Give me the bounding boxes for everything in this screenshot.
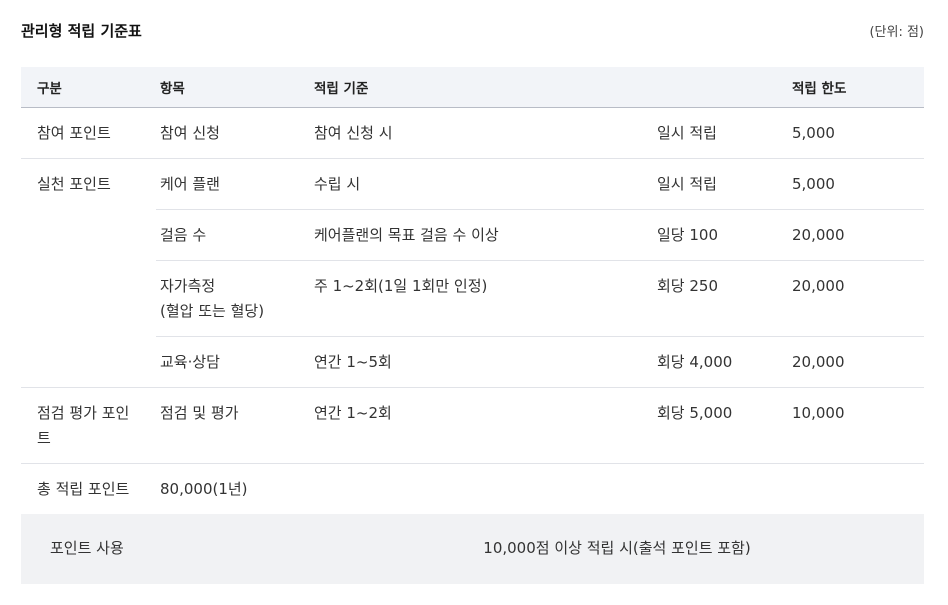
table-row-point-use: 포인트 사용 10,000점 이상 적립 시(출석 포인트 포함) [21,513,924,584]
table-row: 점검 평가 포인 트 점검 및 평가 연간 1~2회 회당 5,000 10,0… [21,387,924,464]
table-row-total: 총 적립 포인트 80,000(1년) [21,463,924,514]
limit-cell: 20,000 [788,260,924,337]
category-participation: 참여 포인트 [21,107,156,159]
header-limit: 적립 한도 [788,67,924,108]
rate-cell: 일당 100 [653,209,788,261]
item-cell: 교육·상담 [156,336,310,388]
header-criteria: 적립 기준 [310,67,653,108]
header-category: 구분 [21,67,156,108]
header-rate [653,67,788,108]
total-value: 80,000(1년) [160,479,248,498]
point-use-description: 10,000점 이상 적립 시(출석 포인트 포함) [483,539,751,557]
item-cell: 걸음 수 [156,209,310,261]
limit-cell: 20,000 [788,336,924,388]
point-use-label: 포인트 사용 [50,539,124,557]
table-row: 교육·상담 연간 1~5회 회당 4,000 20,000 [21,336,924,388]
page-title: 관리형 적립 기준표 [21,22,142,40]
rate-cell: 일시 적립 [653,107,788,159]
item-cell: 케어 플랜 [156,158,310,210]
rate-cell: 회당 5,000 [653,387,788,464]
table-row: 참여 포인트 참여 신청 참여 신청 시 일시 적립 5,000 [21,107,924,159]
header-item: 항목 [156,67,310,108]
item-cell: 자가측정 (혈압 또는 혈당) [156,260,310,337]
limit-cell: 5,000 [788,107,924,159]
category-practice: 실천 포인트 [21,158,156,388]
rate-cell: 회당 250 [653,260,788,337]
points-table: 구분 항목 적립 기준 적립 한도 참여 포인트 참여 신청 참여 신청 시 일… [21,67,924,584]
category-evaluation: 점검 평가 포인 트 [21,387,156,464]
item-line: 자가측정 [160,276,216,295]
table-header-row: 구분 항목 적립 기준 적립 한도 [21,67,924,108]
criteria-cell: 참여 신청 시 [310,107,653,159]
category-line: 점검 평가 포인 [37,403,130,422]
limit-cell: 5,000 [788,158,924,210]
table-row: 실천 포인트 케어 플랜 수립 시 일시 적립 5,000 [21,158,924,388]
criteria-cell: 케어플랜의 목표 걸음 수 이상 [310,209,653,261]
category-total: 총 적립 포인트 [37,479,130,498]
category-line: 트 [37,428,51,447]
unit-label: (단위: 점) [869,25,924,40]
limit-cell: 20,000 [788,209,924,261]
item-cell: 참여 신청 [156,107,310,159]
table-row: 걸음 수 케어플랜의 목표 걸음 수 이상 일당 100 20,000 [21,209,924,261]
criteria-cell: 연간 1~2회 [310,387,653,464]
criteria-cell: 수립 시 [310,158,653,210]
item-cell: 점검 및 평가 [156,387,310,464]
rate-cell: 회당 4,000 [653,336,788,388]
table-row: 자가측정 (혈압 또는 혈당) 주 1~2회(1일 1회만 인정) 회당 250… [21,260,924,337]
limit-cell: 10,000 [788,387,924,464]
criteria-cell: 연간 1~5회 [310,336,653,388]
criteria-cell: 주 1~2회(1일 1회만 인정) [310,260,653,337]
rate-cell: 일시 적립 [653,158,788,210]
item-line: (혈압 또는 혈당) [160,301,265,320]
